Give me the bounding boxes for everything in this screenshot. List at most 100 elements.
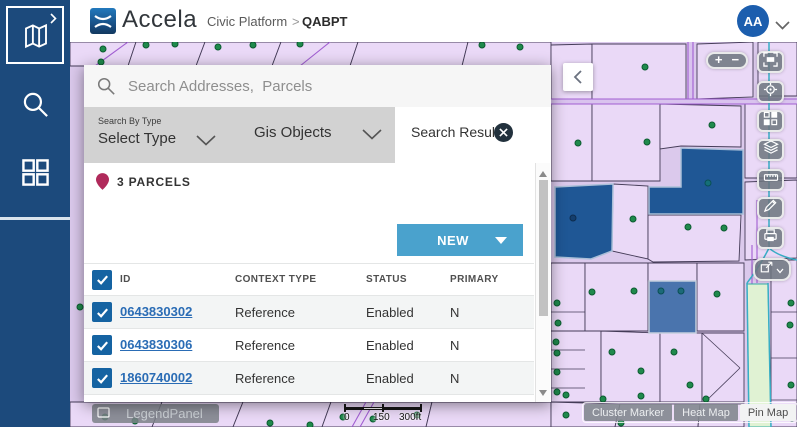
scale-end: 300ft (399, 412, 421, 423)
scroll-thumb[interactable] (539, 180, 548, 316)
chevron-right-icon (50, 11, 57, 29)
row-checkbox[interactable] (92, 368, 112, 388)
panel-scrollbar[interactable] (535, 163, 550, 402)
close-results-button[interactable] (494, 123, 513, 142)
parcel-id-link[interactable]: 1860740002 (120, 370, 192, 385)
print-button[interactable] (757, 227, 784, 249)
search-input[interactable] (128, 78, 508, 95)
brand-name: Accela (122, 6, 197, 34)
selection-tools-button[interactable] (753, 258, 791, 281)
tab-search-results[interactable]: Search Results (395, 107, 551, 163)
search-by-type-dropdown[interactable]: Select Type (98, 130, 176, 147)
filter-gray-area: Search By Type Select Type Gis Objects (84, 107, 395, 163)
row-checkbox[interactable] (92, 335, 112, 355)
primary-cell: N (450, 305, 534, 320)
filter-bar: Search By Type Select Type Gis Objects S… (84, 107, 551, 163)
status-cell: Enabled (366, 305, 450, 320)
sidebar-divider (0, 217, 70, 220)
search-panel: Search By Type Select Type Gis Objects S… (84, 65, 551, 402)
status-cell: Enabled (366, 338, 450, 353)
legend-panel-button[interactable]: LegendPanel (92, 404, 219, 423)
scroll-down-arrow[interactable] (539, 390, 547, 396)
chevron-down-icon (776, 261, 784, 279)
sidebar-item-search[interactable] (20, 89, 51, 125)
select-all-checkbox[interactable] (92, 270, 112, 290)
layers-button[interactable] (757, 139, 784, 161)
primary-cell: N (450, 338, 534, 353)
results-header: 3 PARCELS (96, 173, 191, 190)
close-icon (499, 128, 508, 137)
table-row: 1860740002 Reference Enabled N (84, 362, 534, 395)
locate-button[interactable] (757, 81, 784, 103)
breadcrumb-app[interactable]: Civic Platform (207, 14, 287, 29)
printer-icon (763, 228, 778, 248)
table-header-row: ID CONTEXT TYPE STATUS PRIMARY (84, 263, 534, 296)
legend-icon (97, 405, 110, 423)
accela-logo-icon (90, 8, 116, 34)
app-window: + − LegendPanel 0 150 300ft Clu (0, 0, 797, 427)
left-sidebar (0, 0, 70, 427)
context-type-cell: Reference (235, 338, 366, 353)
caret-down-icon (495, 237, 507, 244)
full-extent-button[interactable] (757, 51, 784, 73)
parcel-id-link[interactable]: 0643830306 (120, 337, 192, 352)
cluster-marker-button[interactable]: Cluster Marker (584, 404, 672, 421)
new-button-label: NEW (397, 233, 495, 248)
map-mode-switcher: Cluster Marker Heat Map Pin Map (582, 402, 797, 423)
primary-cell: N (450, 371, 534, 386)
check-icon (95, 305, 110, 320)
search-bar (84, 65, 551, 107)
target-icon (763, 82, 778, 102)
column-header-id: ID (120, 274, 235, 285)
grid-icon (21, 158, 50, 187)
results-count-label: 3 PARCELS (117, 175, 191, 189)
sidebar-item-map[interactable] (6, 6, 64, 64)
results-table: ID CONTEXT TYPE STATUS PRIMARY 064383030… (84, 263, 534, 395)
draw-button[interactable] (757, 197, 784, 219)
basemap-grid-icon (763, 111, 778, 131)
breadcrumb-separator: > (292, 14, 300, 29)
context-type-cell: Reference (235, 371, 366, 386)
check-icon (95, 371, 110, 386)
parcel-id-link[interactable]: 0643830302 (120, 304, 192, 319)
ruler-icon (763, 170, 779, 190)
column-header-primary: PRIMARY (450, 274, 534, 285)
column-header-context-type: CONTEXT TYPE (235, 274, 366, 285)
user-avatar[interactable]: AA (737, 5, 769, 37)
chevron-down-icon[interactable] (362, 127, 382, 145)
chevron-down-icon[interactable] (196, 133, 216, 151)
sidebar-item-apps[interactable] (21, 158, 50, 192)
check-icon (95, 272, 110, 287)
select-export-icon (760, 260, 774, 279)
table-row: 0643830302 Reference Enabled N (84, 296, 534, 329)
pin-map-button[interactable]: Pin Map (740, 404, 796, 421)
scroll-up-arrow[interactable] (539, 171, 547, 177)
basemap-button[interactable] (757, 110, 784, 132)
top-bar: Accela Civic Platform > QABPT AA (70, 0, 797, 42)
layers-icon (763, 140, 779, 160)
map-icon (21, 21, 51, 56)
scale-middle: 150 (373, 412, 390, 423)
new-button[interactable]: NEW (397, 224, 523, 256)
scale-start: 0 (344, 412, 350, 423)
heat-map-button[interactable]: Heat Map (674, 404, 738, 421)
table-row: 0643830306 Reference Enabled N (84, 329, 534, 362)
search-by-type-label: Search By Type (98, 116, 161, 126)
user-menu-chevron-icon[interactable] (775, 17, 790, 35)
pencil-icon (763, 198, 778, 218)
row-checkbox[interactable] (92, 302, 112, 322)
collapse-panel-button[interactable] (563, 63, 593, 91)
zoom-control[interactable]: + − (706, 52, 748, 69)
column-header-status: STATUS (366, 274, 450, 285)
context-type-cell: Reference (235, 305, 366, 320)
search-icon (20, 89, 51, 120)
search-results-tab-label: Search Results (411, 124, 506, 140)
map-scale-bar: 0 150 300ft (344, 404, 422, 424)
measure-button[interactable] (757, 169, 784, 191)
breadcrumb-current-page: QABPT (302, 14, 348, 29)
check-icon (95, 338, 110, 353)
pin-icon (96, 173, 109, 190)
legend-panel-label: LegendPanel (110, 406, 219, 421)
gis-objects-dropdown[interactable]: Gis Objects (254, 124, 332, 141)
extent-icon (763, 52, 778, 72)
